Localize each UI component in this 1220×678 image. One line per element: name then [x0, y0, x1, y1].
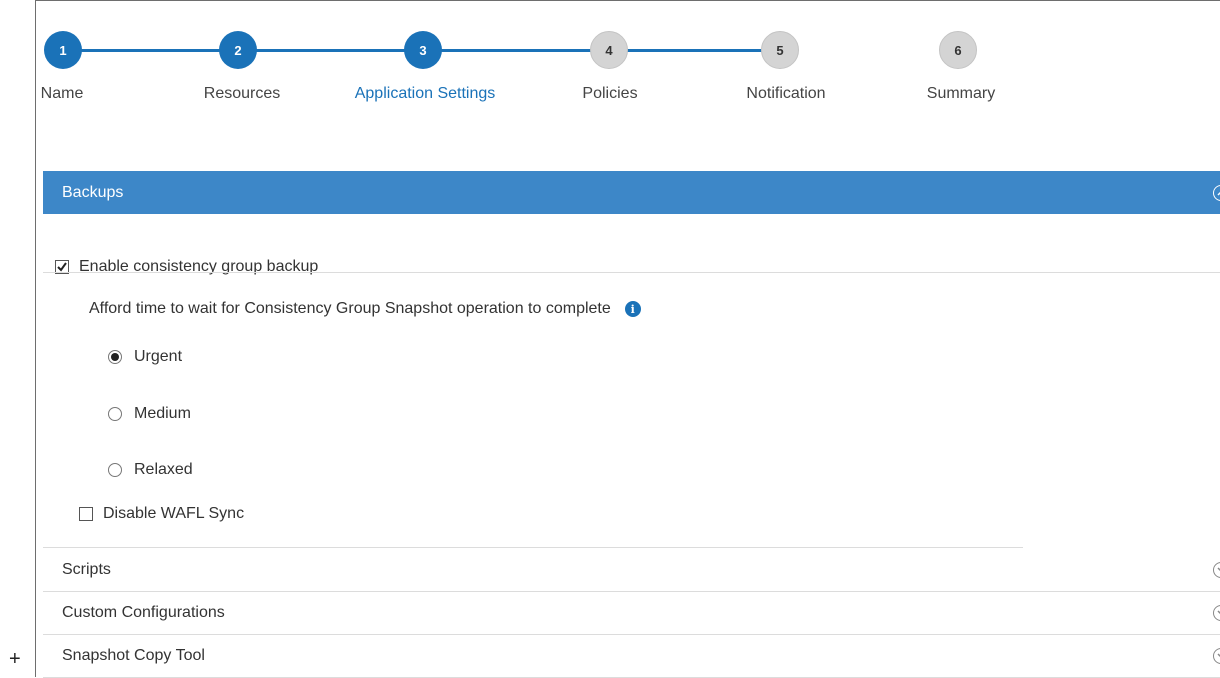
info-icon[interactable]: i: [624, 301, 641, 317]
urgent-label: Urgent: [134, 348, 183, 365]
snapshot-copy-tool-panel-title: Snapshot Copy Tool: [62, 647, 205, 664]
step-1-circle[interactable]: 1: [44, 31, 82, 69]
step-4-number: 4: [605, 42, 613, 58]
relaxed-radio[interactable]: [108, 463, 122, 477]
step-1-number: 1: [59, 42, 67, 58]
expand-down-icon[interactable]: [1213, 605, 1220, 621]
medium-radio[interactable]: [108, 407, 122, 421]
enable-cg-backup-label: Enable consistency group backup: [79, 258, 319, 275]
step-5-number: 5: [776, 42, 784, 58]
step-3-circle[interactable]: 3: [404, 31, 442, 69]
step-label-notification[interactable]: Notification: [746, 85, 825, 103]
step-label-application-settings[interactable]: Application Settings: [355, 85, 496, 103]
step-3-number: 3: [419, 42, 427, 58]
relaxed-label: Relaxed: [134, 461, 193, 478]
urgent-radio[interactable]: [108, 350, 122, 364]
section-divider: [43, 272, 1220, 273]
scripts-panel-header[interactable]: Scripts: [43, 549, 1220, 592]
step-6-number: 6: [954, 42, 962, 58]
disable-wafl-sync-label: Disable WAFL Sync: [103, 505, 245, 522]
collapse-up-icon[interactable]: [1213, 184, 1220, 201]
dialog-frame: 1 2 3 4 5 6 Name Resources Application S…: [35, 0, 1220, 678]
snapshot-copy-tool-panel-header[interactable]: Snapshot Copy Tool: [43, 635, 1220, 678]
enable-cg-backup-row[interactable]: Enable consistency group backup: [55, 258, 318, 276]
custom-configurations-panel-title: Custom Configurations: [62, 604, 225, 621]
disable-wafl-sync-checkbox[interactable]: [79, 507, 93, 521]
step-label-summary[interactable]: Summary: [927, 85, 995, 103]
step-label-resources[interactable]: Resources: [204, 85, 280, 103]
wait-time-row: Afford time to wait for Consistency Grou…: [89, 300, 641, 318]
wait-time-label: Afford time to wait for Consistency Grou…: [89, 300, 611, 317]
scripts-panel-title: Scripts: [62, 561, 111, 578]
disable-wafl-sync-row[interactable]: Disable WAFL Sync: [79, 505, 244, 523]
step-4-circle[interactable]: 4: [590, 31, 628, 69]
step-6-circle[interactable]: 6: [939, 31, 977, 69]
step-2-number: 2: [234, 42, 242, 58]
step-5-circle[interactable]: 5: [761, 31, 799, 69]
backups-panel-title: Backups: [62, 183, 124, 201]
radio-option-relaxed[interactable]: Relaxed: [108, 461, 193, 479]
backups-bottom-divider: [43, 547, 1023, 548]
medium-label: Medium: [134, 405, 191, 422]
radio-option-urgent[interactable]: Urgent: [108, 348, 182, 366]
radio-selected-dot: [111, 353, 119, 361]
step-2-circle[interactable]: 2: [219, 31, 257, 69]
expand-down-icon[interactable]: [1213, 648, 1220, 664]
plus-glyph: +: [9, 648, 21, 670]
step-label-policies[interactable]: Policies: [582, 85, 637, 103]
radio-option-medium[interactable]: Medium: [108, 405, 191, 423]
wizard-steps: 1 2 3 4 5 6 Name Resources Application S…: [36, 1, 1220, 141]
backups-panel-header[interactable]: Backups: [43, 171, 1220, 214]
custom-configurations-panel-header[interactable]: Custom Configurations: [43, 592, 1220, 635]
step-label-name[interactable]: Name: [41, 85, 84, 103]
expand-down-icon[interactable]: [1213, 562, 1220, 578]
